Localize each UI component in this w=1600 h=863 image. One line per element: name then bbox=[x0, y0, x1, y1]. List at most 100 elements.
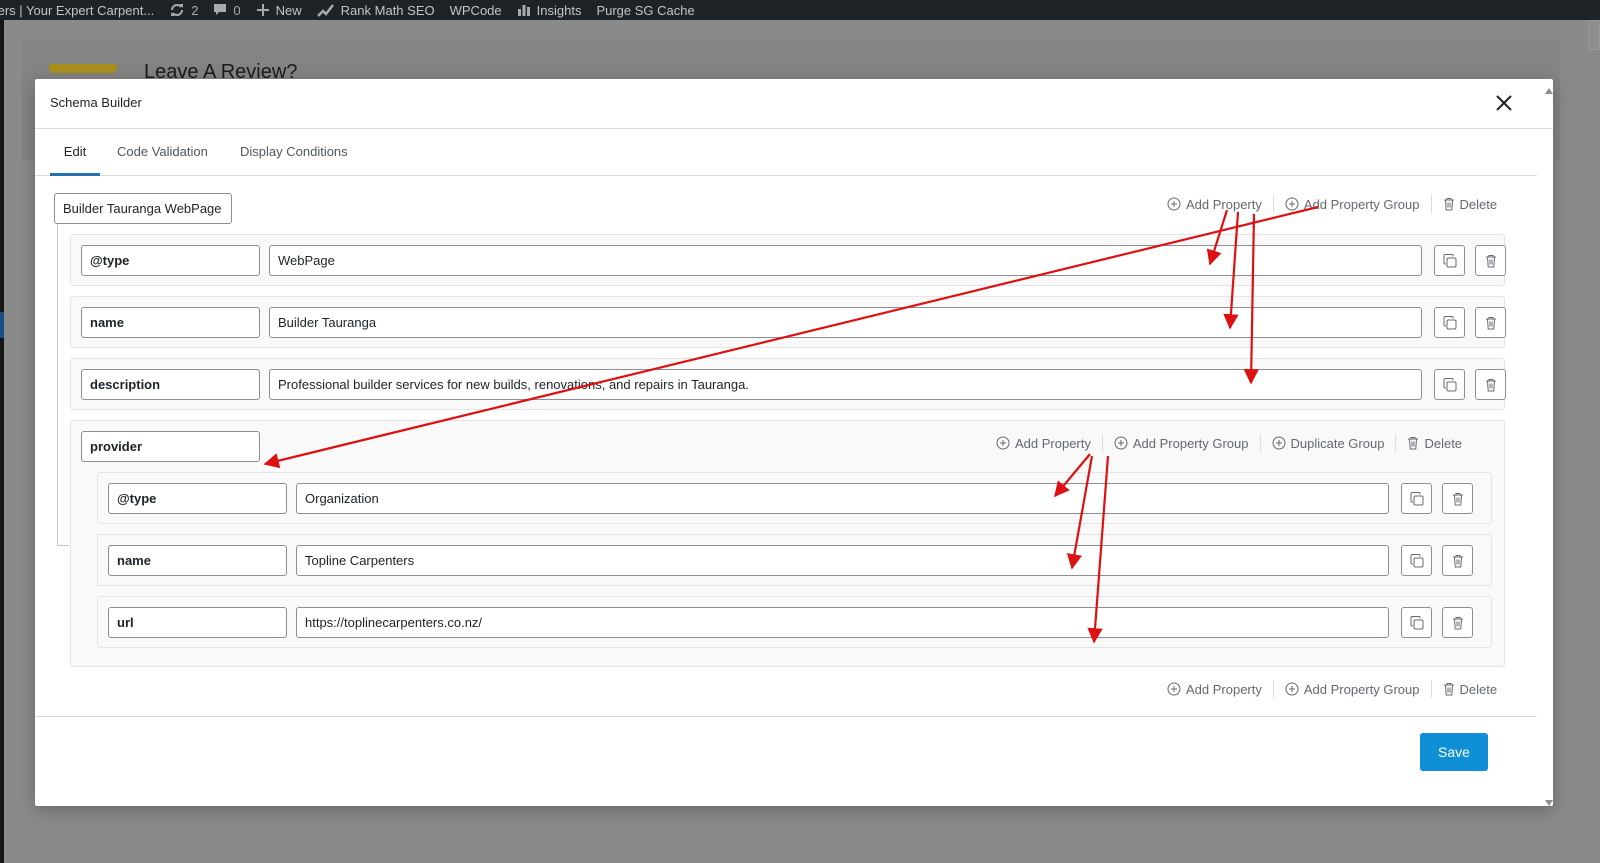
background-scroll-frame bbox=[1588, 20, 1600, 50]
tab-code-validation[interactable]: Code Validation bbox=[117, 130, 208, 176]
trash-icon bbox=[1452, 616, 1463, 629]
admin-sidebar-edge bbox=[0, 20, 4, 863]
admin-bar-purge-cache[interactable]: Purge SG Cache bbox=[596, 3, 694, 18]
delete-property-button[interactable] bbox=[1442, 483, 1473, 514]
add-property-group-button[interactable]: Add Property Group bbox=[1114, 436, 1249, 451]
delete-property-button[interactable] bbox=[1475, 369, 1506, 400]
add-property-label: Add Property bbox=[1015, 435, 1091, 451]
insights-icon bbox=[517, 3, 531, 17]
circle-plus-icon bbox=[1272, 436, 1285, 450]
property-key-input[interactable]: url bbox=[108, 607, 287, 638]
add-property-button[interactable]: Add Property bbox=[1167, 197, 1262, 212]
circle-plus-icon bbox=[1285, 682, 1299, 696]
duplicate-property-button[interactable] bbox=[1434, 369, 1465, 400]
duplicate-icon bbox=[1443, 377, 1456, 391]
nested-group-key-input[interactable]: provider bbox=[81, 431, 260, 462]
property-value-input[interactable]: Builder Tauranga bbox=[269, 307, 1422, 338]
duplicate-property-button[interactable] bbox=[1401, 545, 1432, 576]
property-row: @type Organization bbox=[97, 472, 1492, 524]
property-value-input[interactable]: Professional builder services for new bu… bbox=[269, 369, 1422, 400]
property-key-input[interactable]: name bbox=[81, 307, 260, 338]
circle-plus-icon bbox=[996, 436, 1010, 450]
duplicate-group-button[interactable]: Duplicate Group bbox=[1272, 436, 1384, 451]
admin-bar-updates[interactable]: 2 bbox=[169, 3, 198, 18]
delete-property-button[interactable] bbox=[1442, 607, 1473, 638]
admin-bar-insights[interactable]: Insights bbox=[517, 2, 582, 18]
delete-property-button[interactable] bbox=[1475, 245, 1506, 276]
add-property-button[interactable]: Add Property bbox=[996, 436, 1091, 451]
toolbar-divider bbox=[1259, 434, 1261, 452]
add-property-group-label: Add Property Group bbox=[1303, 196, 1420, 212]
add-property-group-button[interactable]: Add Property Group bbox=[1285, 197, 1420, 212]
updates-count: 2 bbox=[191, 2, 199, 18]
admin-bar-comments[interactable]: 0 bbox=[213, 3, 241, 18]
property-row: description Professional builder service… bbox=[70, 358, 1506, 410]
nested-property-group: provider Add Property Add Property Group… bbox=[70, 420, 1505, 667]
admin-bar-wpcode[interactable]: WPCode bbox=[450, 3, 502, 18]
trash-icon bbox=[1408, 437, 1419, 450]
admin-bar-rank-math-label: Rank Math SEO bbox=[340, 2, 435, 18]
admin-bar-site-name[interactable]: ters | Your Expert Carpent... bbox=[0, 3, 154, 18]
add-property-label: Add Property bbox=[1186, 681, 1262, 697]
property-value-input[interactable]: Organization bbox=[296, 483, 1389, 514]
circle-plus-icon bbox=[1167, 197, 1181, 211]
toolbar-divider bbox=[1101, 434, 1103, 452]
property-value-input[interactable]: WebPage bbox=[269, 245, 1422, 276]
duplicate-property-button[interactable] bbox=[1434, 245, 1465, 276]
duplicate-property-button[interactable] bbox=[1401, 483, 1432, 514]
duplicate-icon bbox=[1410, 553, 1423, 567]
admin-bar-rank-math[interactable]: Rank Math SEO bbox=[316, 2, 435, 18]
close-icon[interactable] bbox=[1493, 92, 1515, 114]
property-value-input[interactable]: https://toplinecarpenters.co.nz/ bbox=[296, 607, 1389, 638]
delete-group-button[interactable]: Delete bbox=[1407, 436, 1462, 451]
trash-icon bbox=[1443, 683, 1454, 696]
delete-label: Delete bbox=[1459, 681, 1498, 697]
delete-property-button[interactable] bbox=[1475, 307, 1506, 338]
modal-header: Schema Builder bbox=[35, 79, 1553, 129]
duplicate-icon bbox=[1410, 491, 1423, 505]
circle-plus-icon bbox=[1114, 436, 1128, 450]
duplicate-property-button[interactable] bbox=[1401, 607, 1432, 638]
trash-icon bbox=[1485, 254, 1496, 267]
delete-schema-button[interactable]: Delete bbox=[1443, 681, 1498, 697]
admin-bar-new-label: New bbox=[275, 2, 302, 18]
save-button[interactable]: Save bbox=[1420, 733, 1488, 771]
add-property-group-button[interactable]: Add Property Group bbox=[1285, 682, 1420, 697]
delete-group-button[interactable]: Delete bbox=[1443, 197, 1497, 212]
trash-icon bbox=[1452, 554, 1463, 567]
delete-property-button[interactable] bbox=[1442, 545, 1473, 576]
admin-bar-new[interactable]: New bbox=[256, 3, 302, 18]
schema-builder-modal: Schema Builder Edit Code Validation Disp… bbox=[35, 79, 1553, 806]
scroll-up-arrow[interactable] bbox=[1545, 83, 1553, 94]
background-logo bbox=[49, 64, 117, 73]
scroll-down-arrow[interactable] bbox=[1545, 795, 1553, 806]
property-key-input[interactable]: name bbox=[108, 545, 287, 576]
trash-icon bbox=[1452, 492, 1463, 505]
add-property-group-label: Add Property Group bbox=[1132, 435, 1249, 451]
admin-bar: ters | Your Expert Carpent... 2 0 New Ra… bbox=[0, 0, 1600, 20]
duplicate-property-button[interactable] bbox=[1434, 307, 1465, 338]
plus-icon bbox=[256, 3, 270, 17]
rank-math-icon bbox=[316, 3, 335, 17]
group-name-input[interactable]: Builder Tauranga WebPage bbox=[54, 193, 232, 224]
admin-bar-wpcode-label: WPCode bbox=[449, 2, 502, 18]
trash-icon bbox=[1485, 316, 1496, 329]
group-toolbar: Add Property Add Property Group Delete bbox=[1167, 194, 1497, 214]
tab-display-conditions[interactable]: Display Conditions bbox=[240, 130, 348, 176]
tree-line bbox=[57, 545, 69, 546]
property-key-input[interactable]: @type bbox=[108, 483, 287, 514]
admin-sidebar-indicator bbox=[0, 312, 4, 338]
bottom-toolbar: Add Property Add Property Group Delete bbox=[1167, 679, 1497, 699]
comment-icon bbox=[213, 3, 227, 17]
tab-edit[interactable]: Edit bbox=[50, 130, 100, 176]
modal-footer-divider bbox=[35, 716, 1537, 717]
toolbar-divider bbox=[1272, 195, 1274, 213]
add-property-button[interactable]: Add Property bbox=[1167, 682, 1262, 697]
property-key-input[interactable]: description bbox=[81, 369, 260, 400]
property-row: url https://toplinecarpenters.co.nz/ bbox=[97, 596, 1492, 648]
toolbar-divider bbox=[1395, 434, 1397, 452]
admin-bar-insights-label: Insights bbox=[536, 2, 582, 18]
property-key-input[interactable]: @type bbox=[81, 245, 260, 276]
duplicate-icon bbox=[1443, 315, 1456, 329]
property-value-input[interactable]: Topline Carpenters bbox=[296, 545, 1389, 576]
